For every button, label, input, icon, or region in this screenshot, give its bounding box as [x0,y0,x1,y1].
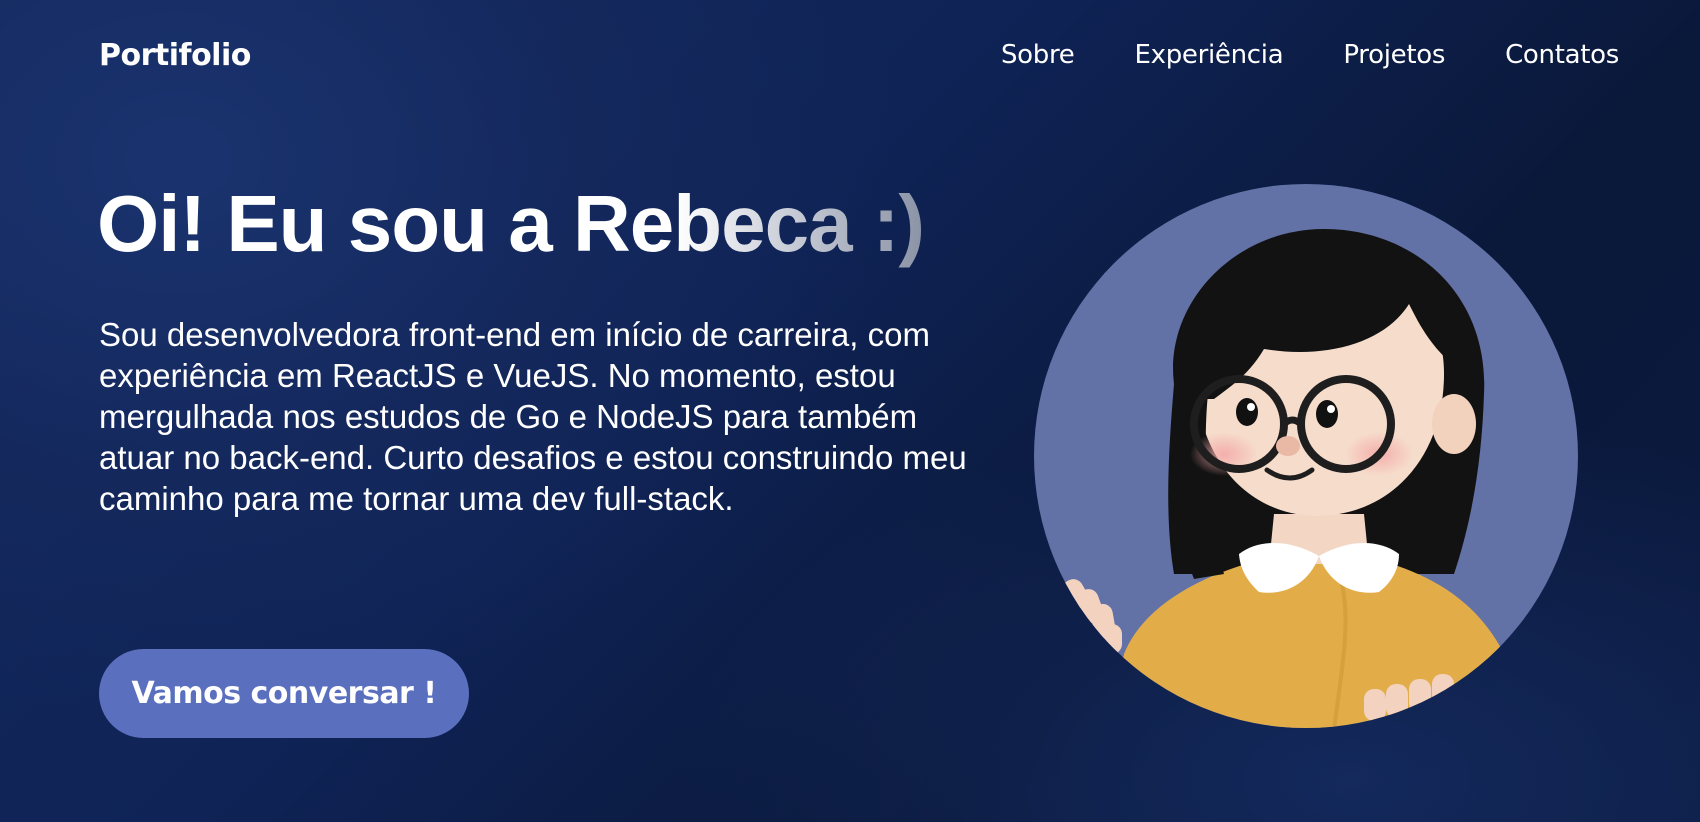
hero-title: Oi! Eu sou a Rebeca :) [97,179,925,268]
nav-link-sobre[interactable]: Sobre [1001,40,1075,70]
nav-link-projetos[interactable]: Projetos [1343,40,1445,70]
nav-link-experiencia[interactable]: Experiência [1135,40,1284,70]
avatar-illustration [1034,184,1578,728]
site-logo[interactable]: Portifolio [99,38,251,73]
contact-button[interactable]: Vamos conversar ! [99,649,469,738]
top-nav: Portifolio Sobre Experiência Projetos Co… [0,0,1700,115]
avatar [1034,184,1579,729]
hero-description: Sou desenvolvedora front-end em início d… [99,316,967,517]
nav-link-contatos[interactable]: Contatos [1505,40,1619,70]
main-menu: Sobre Experiência Projetos Contatos [1001,40,1619,70]
